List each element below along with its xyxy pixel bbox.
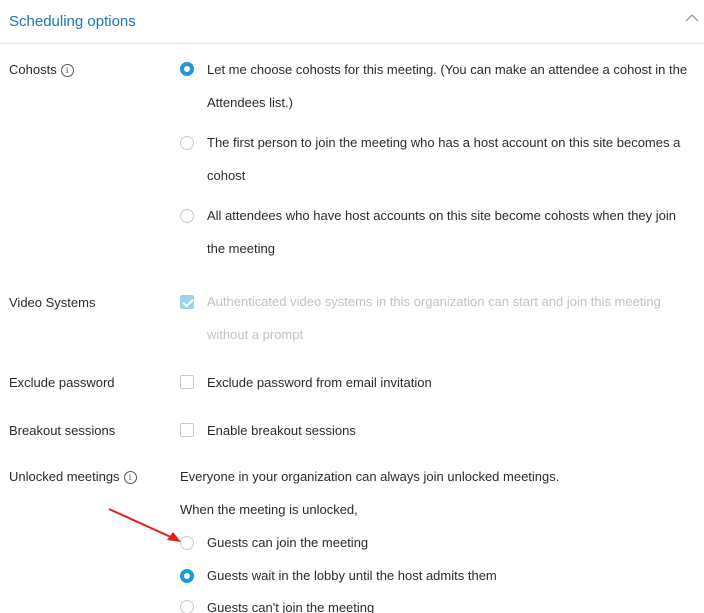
section-title: Scheduling options [9,13,136,30]
cohost-option-first-person-line1: The first person to join the meeting who… [207,135,681,150]
video-systems-line2: without a prompt [207,327,304,342]
guests-wait-lobby-radio[interactable] [180,569,194,583]
cohost-option-choose-radio[interactable] [180,62,194,76]
guests-cannot-join-text: Guests can't join the meeting [207,600,375,613]
video-systems-checkbox [180,295,194,309]
unlocked-meetings-label: Unlocked meetings i [9,469,137,484]
cohost-option-all-attendees-line2: the meeting [207,241,275,256]
guests-wait-lobby-text: Guests wait in the lobby until the host … [207,568,497,583]
info-icon[interactable]: i [60,64,74,77]
guests-cannot-join-radio[interactable] [180,600,194,613]
annotation-arrow-icon [108,508,181,542]
chevron-up-icon[interactable] [684,11,700,25]
unlocked-meetings-description: Everyone in your organization can always… [180,469,560,484]
section-header[interactable]: Scheduling options [0,0,704,44]
cohosts-label: Cohosts i [9,62,74,77]
guests-can-join-text: Guests can join the meeting [207,535,369,550]
scheduling-options-panel: Scheduling options Cohosts i Let me choos… [0,0,704,613]
unlocked-meetings-subheading: When the meeting is unlocked, [180,502,358,517]
exclude-password-checkbox[interactable] [180,375,194,389]
video-systems-line1: Authenticated video systems in this orga… [207,294,661,309]
breakout-sessions-label: Breakout sessions [9,423,116,438]
video-systems-label: Video Systems [9,295,96,310]
cohost-option-choose-line1: Let me choose cohosts for this meeting. … [207,62,688,77]
exclude-password-text: Exclude password from email invitation [207,375,432,390]
cohost-option-all-attendees-radio[interactable] [180,209,194,223]
exclude-password-label: Exclude password [9,375,115,390]
breakout-sessions-checkbox[interactable] [180,423,194,437]
cohost-option-all-attendees-line1: All attendees who have host accounts on … [207,208,677,223]
info-icon[interactable]: i [123,471,137,484]
unlocked-meetings-label-text: Unlocked meetings [9,469,120,484]
cohost-option-first-person-radio[interactable] [180,136,194,150]
cohost-option-first-person-line2: cohost [207,168,246,183]
cohosts-label-text: Cohosts [9,62,57,77]
cohost-option-choose-line2: Attendees list.) [207,95,293,110]
breakout-sessions-text: Enable breakout sessions [207,423,356,438]
